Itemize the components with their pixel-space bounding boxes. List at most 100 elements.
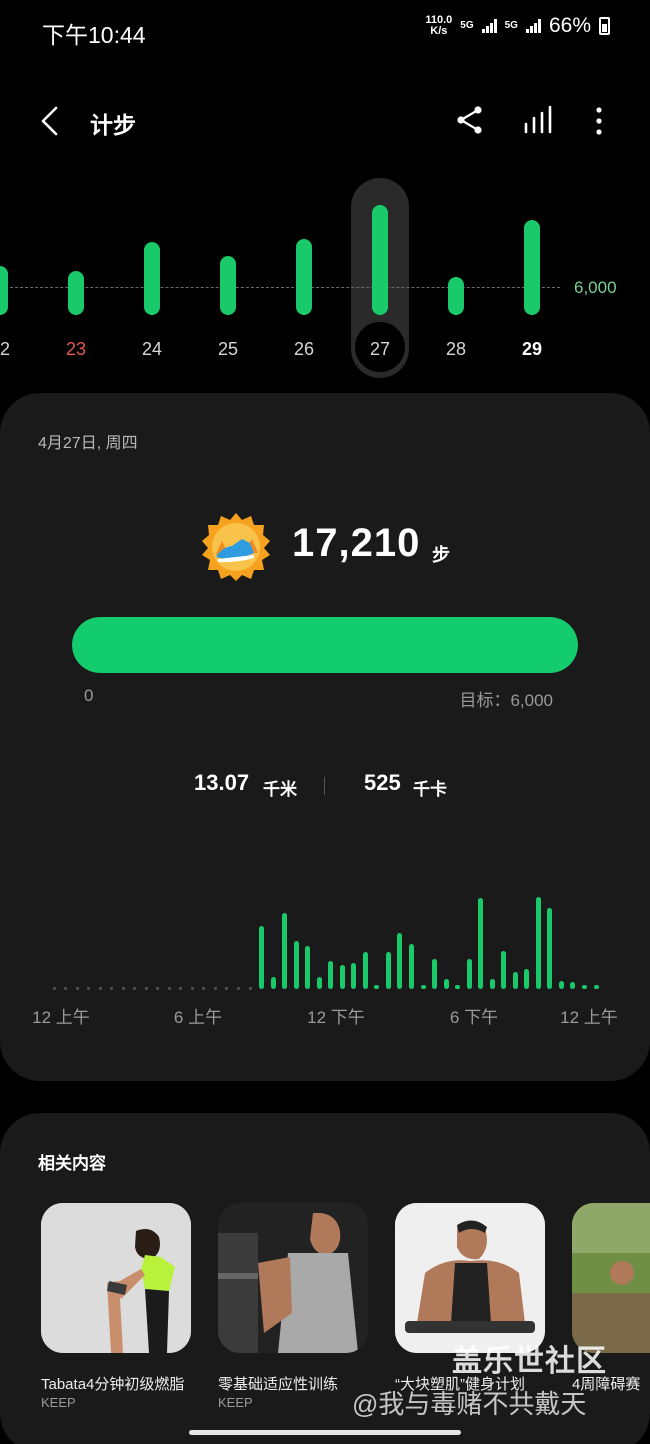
hour-bar — [501, 950, 507, 989]
hour-dot — [167, 987, 171, 990]
status-icons: 110.0 K/s 5G 5G 66% — [425, 14, 610, 38]
hour-dot — [190, 987, 194, 990]
day-label-26[interactable]: 26 — [274, 339, 334, 360]
hour-axis-label: 12 上午 — [560, 1008, 618, 1027]
day-bar-22[interactable] — [0, 266, 8, 315]
hour-dot — [213, 987, 217, 990]
hour-dot — [202, 987, 206, 990]
day-label-22[interactable]: 22 — [0, 339, 30, 360]
hour-bar — [362, 952, 368, 989]
hour-bar — [466, 958, 472, 989]
related-thumbnail-2[interactable] — [218, 1203, 368, 1353]
stats-icon[interactable] — [522, 104, 554, 136]
hour-axis-label: 6 上午 — [173, 1008, 223, 1027]
related-thumbnail-3[interactable] — [395, 1203, 545, 1353]
back-icon[interactable] — [36, 104, 66, 138]
related-thumbnail-1[interactable] — [41, 1203, 191, 1353]
battery-percent: 66% — [548, 14, 591, 37]
goal-label: 6,000 — [574, 278, 617, 297]
summary-card: 4月27日, 周四 17,210 步 0 目标：6,000 13.07 千米 5… — [0, 393, 650, 1081]
day-bar-27[interactable] — [372, 205, 388, 315]
hour-bar — [408, 944, 414, 989]
progress-goal-label: 目标：6,000 — [459, 691, 553, 710]
signal-5g-label: 5G — [460, 20, 474, 31]
related-item-source: KEEP — [41, 1395, 76, 1410]
day-label-27[interactable]: 27 — [350, 339, 410, 360]
distance-unit: 千米 — [263, 780, 297, 799]
hour-bar — [524, 968, 530, 989]
day-bar-29[interactable] — [524, 220, 540, 315]
status-time: 下午10:44 — [42, 22, 146, 48]
day-label-23[interactable]: 23 — [46, 339, 106, 360]
status-bar: 下午10:44 110.0 K/s 5G 5G 66% — [0, 0, 650, 60]
fitness-woman-image — [41, 1203, 191, 1353]
day-label-29[interactable]: 29 — [502, 339, 562, 360]
hour-bar — [535, 897, 541, 989]
hour-dot — [237, 987, 240, 990]
hour-bar — [581, 984, 587, 989]
hour-bar — [270, 976, 276, 989]
hour-dot — [87, 987, 91, 990]
hour-bar — [282, 912, 288, 989]
hour-bar — [305, 946, 311, 989]
day-bar-23[interactable] — [68, 270, 84, 315]
battery-icon — [599, 17, 610, 35]
achievement-badge-icon — [202, 513, 270, 581]
goal-line — [0, 287, 560, 288]
related-item-source: KEEP — [218, 1395, 253, 1410]
hour-bar — [374, 985, 380, 989]
hour-bar — [339, 965, 345, 989]
day-bar-25[interactable] — [220, 256, 236, 315]
hour-dot — [52, 987, 56, 990]
goal-progress-fill — [72, 617, 578, 673]
hour-axis-label: 6 下午 — [449, 1008, 499, 1027]
hour-bar — [385, 952, 391, 989]
more-icon[interactable] — [584, 104, 614, 138]
hour-dot — [179, 987, 183, 990]
day-label-28[interactable]: 28 — [426, 339, 486, 360]
progress-min-label: 0 — [84, 686, 94, 705]
day-bar-24[interactable] — [144, 242, 160, 315]
hour-bar — [259, 926, 265, 989]
hour-bar — [478, 898, 484, 989]
hour-dot — [98, 987, 102, 990]
home-indicator[interactable] — [189, 1430, 461, 1435]
daily-steps-chart[interactable]: 6,000 22 23 24 25 26 27 28 29 — [0, 170, 650, 385]
signal-icon — [481, 19, 497, 33]
signal-icon-2 — [525, 19, 541, 33]
hour-dot — [133, 987, 137, 990]
hour-dot — [225, 987, 229, 990]
hour-bar — [316, 976, 322, 989]
app-header: 计步 — [0, 90, 650, 152]
hour-dot — [121, 987, 125, 990]
hour-bar — [397, 933, 403, 989]
obstacle-race-image — [572, 1203, 650, 1353]
hour-bar — [420, 985, 426, 989]
hour-bar — [351, 963, 357, 989]
hour-dot — [75, 987, 79, 990]
hour-bar — [558, 981, 564, 989]
share-icon[interactable] — [454, 104, 486, 136]
hour-bar — [328, 961, 334, 989]
step-count: 17,210 — [292, 521, 421, 565]
hourly-steps-chart: 12 上午 6 上午 12 下午 6 下午 12 上午 — [0, 863, 650, 1043]
hour-bar — [593, 985, 599, 989]
day-label-25[interactable]: 25 — [198, 339, 258, 360]
summary-date: 4月27日, 周四 — [38, 435, 138, 452]
day-bar-26[interactable] — [296, 239, 312, 315]
author-watermark: @我与毒赌不共戴天 — [352, 1389, 587, 1419]
day-label-24[interactable]: 24 — [122, 339, 182, 360]
calories-value: 525 — [364, 770, 401, 795]
bodybuilder-image — [395, 1203, 545, 1353]
hour-bar — [443, 978, 449, 989]
muscle-man-image — [218, 1203, 368, 1353]
related-thumbnail-4[interactable] — [572, 1203, 650, 1353]
hour-dot — [144, 987, 148, 990]
day-bar-28[interactable] — [448, 276, 464, 315]
hour-bar — [432, 958, 438, 989]
related-item-title: 零基础适应性训练 — [218, 1376, 339, 1393]
hour-dot — [64, 987, 68, 990]
goal-progress-bar — [72, 617, 578, 673]
hour-dot — [110, 987, 114, 990]
network-speed: 110.0 K/s — [425, 14, 453, 37]
